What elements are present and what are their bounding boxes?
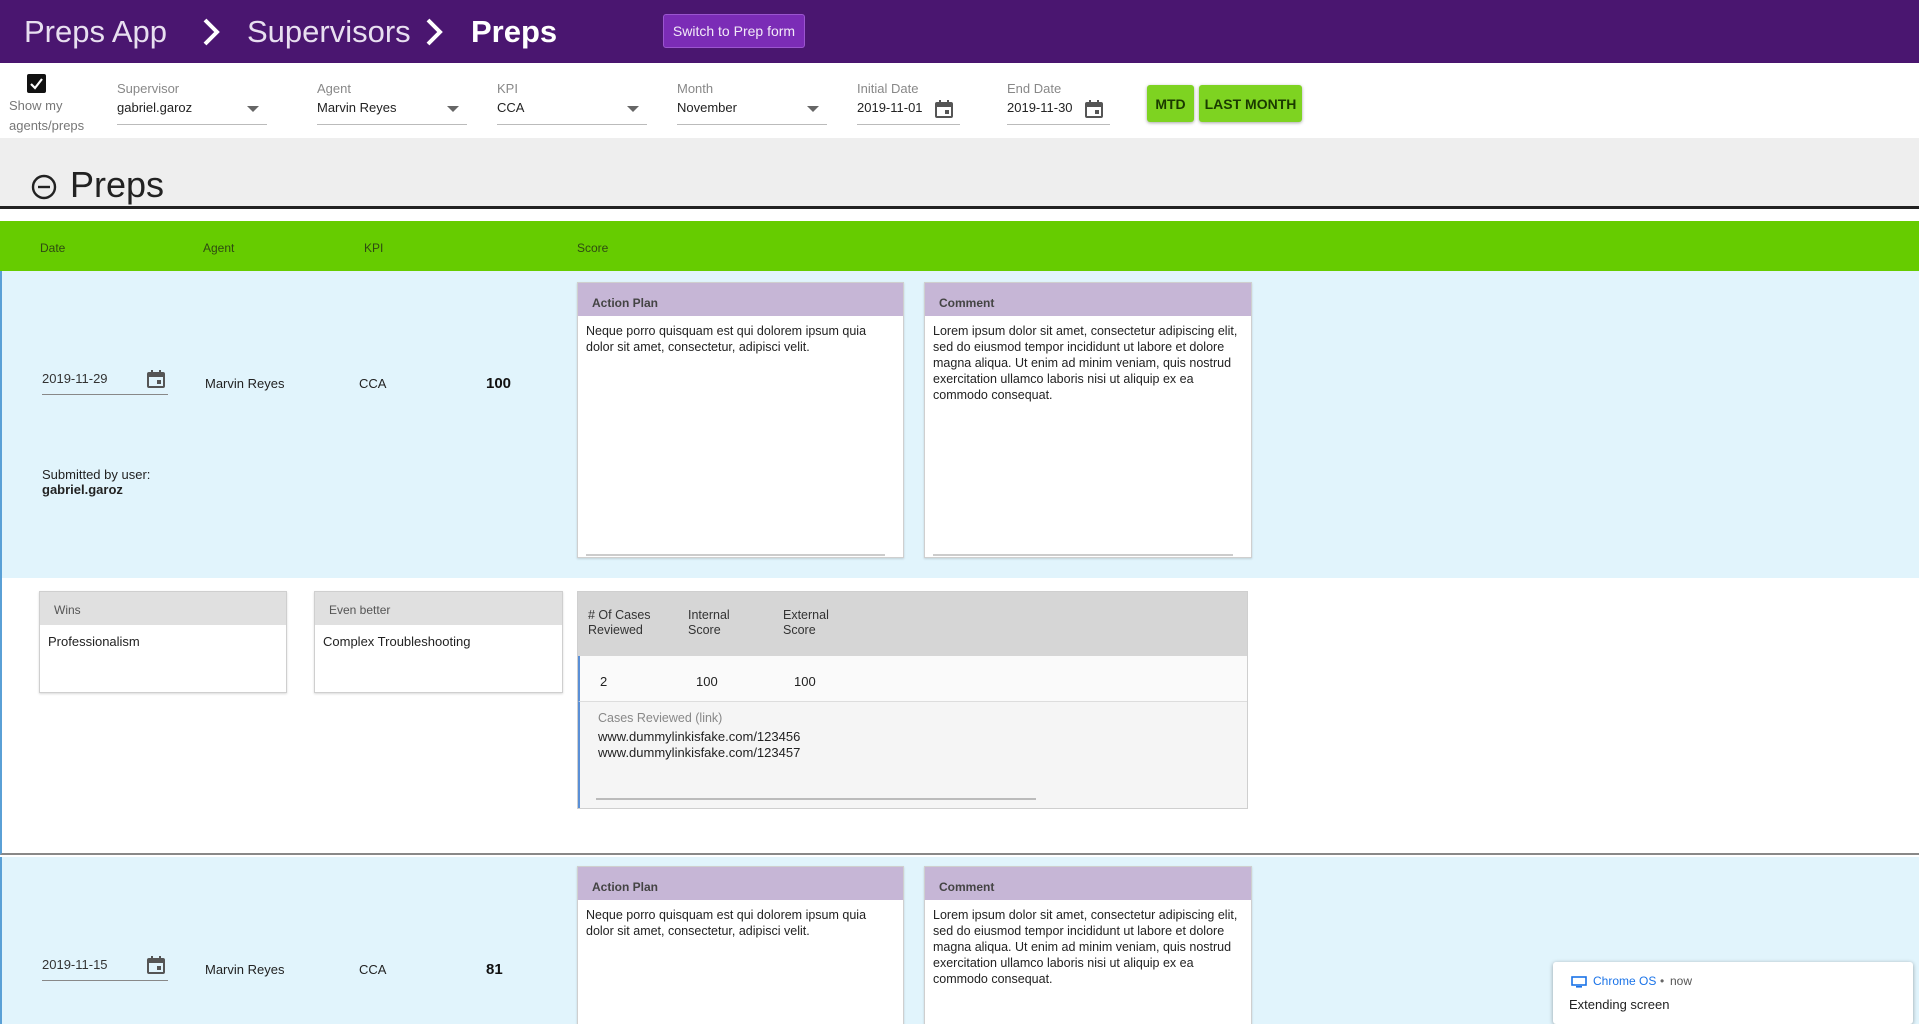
month-label: Month <box>677 81 714 96</box>
submitted-by: Submitted by user: gabriel.garoz <box>42 467 150 497</box>
separator-dot: • <box>1660 974 1665 988</box>
action-plan-text[interactable]: Neque porro quisquam est qui dolorem ips… <box>578 316 903 355</box>
show-my-agents-checkbox[interactable] <box>27 74 46 93</box>
cases-links-label: Cases Reviewed (link) <box>598 711 723 725</box>
cases-header: # Of Cases Reviewed Internal Score Exter… <box>578 592 1247 656</box>
chevron-right-icon <box>203 18 220 46</box>
record-agent: Marvin Reyes <box>205 962 285 977</box>
checkmark-icon <box>30 78 43 90</box>
table-row: 2019-11-29 Marvin Reyes CCA 100 Submitte… <box>0 271 1919 578</box>
comment-text[interactable]: Lorem ipsum dolor sit amet, consectetur … <box>925 316 1251 403</box>
wins-label: Wins <box>40 592 286 625</box>
supervisor-value: gabriel.garoz <box>117 100 193 115</box>
comment-card: Comment Lorem ipsum dolor sit amet, cons… <box>924 866 1252 1024</box>
record-date-field[interactable]: 2019-11-29 <box>42 367 168 395</box>
cases-count-value[interactable]: 2 <box>600 674 607 689</box>
wins-text[interactable]: Professionalism <box>40 625 286 658</box>
dropdown-caret-icon <box>807 106 819 112</box>
cases-count-header: # Of Cases Reviewed <box>588 608 651 637</box>
action-plan-text[interactable]: Neque porro quisquam est qui dolorem ips… <box>578 900 903 939</box>
cases-values-row: 2 100 100 <box>578 656 1247 702</box>
scrollbar[interactable] <box>596 798 1036 800</box>
preps-section-header[interactable]: Preps <box>0 138 1919 209</box>
case-link[interactable]: www.dummylinkisfake.com/123457 <box>598 745 800 760</box>
monitor-icon <box>1571 976 1587 988</box>
show-my-agents-label: Show my agents/preps <box>9 98 85 133</box>
dropdown-caret-icon <box>247 106 259 112</box>
cases-reviewed-panel: # Of Cases Reviewed Internal Score Exter… <box>577 591 1248 809</box>
internal-score-header: Internal Score <box>688 608 730 637</box>
action-plan-card: Action Plan Neque porro quisquam est qui… <box>577 866 904 1024</box>
agent-select[interactable]: Agent Marvin Reyes <box>317 81 467 125</box>
comment-label: Comment <box>925 283 1251 316</box>
submitted-by-user: gabriel.garoz <box>42 482 123 497</box>
dropdown-caret-icon <box>627 106 639 112</box>
kpi-select[interactable]: KPI CCA <box>497 81 647 125</box>
action-plan-card: Action Plan Neque porro quisquam est qui… <box>577 282 904 558</box>
column-header-score: Score <box>577 241 609 255</box>
chevron-right-icon <box>426 18 443 46</box>
cases-links-field[interactable]: Cases Reviewed (link) www.dummylinkisfak… <box>578 702 1247 808</box>
section-title: Preps <box>70 164 165 205</box>
calendar-icon[interactable] <box>146 369 166 389</box>
app-header: Preps App Supervisors Preps Switch to Pr… <box>0 0 1919 63</box>
supervisor-select[interactable]: Supervisor gabriel.garoz <box>117 81 267 125</box>
record-kpi: CCA <box>359 962 387 977</box>
filter-bar: Show my agents/preps Supervisor gabriel.… <box>0 63 1919 138</box>
initial-date-field[interactable]: Initial Date 2019-11-01 <box>857 81 960 125</box>
breadcrumb-app[interactable]: Preps App <box>24 13 167 51</box>
notification-message: Extending screen <box>1569 997 1670 1012</box>
scrollbar[interactable] <box>933 554 1233 556</box>
column-header-kpi: KPI <box>364 241 384 255</box>
even-better-text[interactable]: Complex Troubleshooting <box>315 625 562 658</box>
action-plan-label: Action Plan <box>578 867 903 900</box>
record-agent: Marvin Reyes <box>205 376 285 391</box>
month-select[interactable]: Month November <box>677 81 827 125</box>
comment-label: Comment <box>925 867 1251 900</box>
breadcrumb-current: Preps <box>471 14 558 49</box>
initial-date-label: Initial Date <box>857 81 919 96</box>
end-date-field[interactable]: End Date 2019-11-30 <box>1007 81 1110 125</box>
record-date: 2019-11-15 <box>42 957 108 972</box>
calendar-icon[interactable] <box>1084 99 1104 119</box>
comment-card: Comment Lorem ipsum dolor sit amet, cons… <box>924 282 1252 558</box>
action-plan-label: Action Plan <box>578 283 903 316</box>
kpi-label: KPI <box>497 81 518 96</box>
column-header-agent: Agent <box>203 241 235 255</box>
system-notification[interactable]: Chrome OS • now Extending screen <box>1553 962 1913 1024</box>
record-kpi: CCA <box>359 376 387 391</box>
external-score-header: External Score <box>783 608 829 637</box>
scrollbar[interactable] <box>586 554 885 556</box>
record-date: 2019-11-29 <box>42 371 108 386</box>
minus-circle-icon[interactable] <box>31 174 57 200</box>
calendar-icon[interactable] <box>934 99 954 119</box>
end-date-label: End Date <box>1007 81 1062 96</box>
notification-source: Chrome OS <box>1593 974 1657 988</box>
external-score-value[interactable]: 100 <box>794 674 816 689</box>
agent-label: Agent <box>317 81 351 96</box>
agent-value: Marvin Reyes <box>317 100 397 115</box>
record-score: 81 <box>486 961 503 978</box>
month-value: November <box>677 100 737 115</box>
notification-time: now <box>1670 974 1693 988</box>
submitted-by-label: Submitted by user: <box>42 467 151 482</box>
dropdown-caret-icon <box>447 106 459 112</box>
calendar-icon[interactable] <box>146 955 166 975</box>
breadcrumb-supervisors[interactable]: Supervisors <box>247 13 411 51</box>
comment-text[interactable]: Lorem ipsum dolor sit amet, consectetur … <box>925 900 1251 987</box>
record-date-field[interactable]: 2019-11-15 <box>42 953 168 981</box>
last-month-button[interactable]: LAST MONTH <box>1199 85 1302 122</box>
switch-to-prep-form-button[interactable]: Switch to Prep form <box>663 14 805 48</box>
even-better-label: Even better <box>315 592 562 625</box>
table-header: Date Agent KPI Score <box>0 221 1919 271</box>
supervisor-label: Supervisor <box>117 81 180 96</box>
case-link[interactable]: www.dummylinkisfake.com/123456 <box>598 729 800 744</box>
mtd-button[interactable]: MTD <box>1147 85 1194 122</box>
internal-score-value[interactable]: 100 <box>696 674 718 689</box>
wins-card: Wins Professionalism <box>39 591 287 693</box>
column-header-date: Date <box>40 241 66 255</box>
record-score: 100 <box>486 375 512 392</box>
even-better-card: Even better Complex Troubleshooting <box>314 591 563 693</box>
kpi-value: CCA <box>497 100 525 115</box>
